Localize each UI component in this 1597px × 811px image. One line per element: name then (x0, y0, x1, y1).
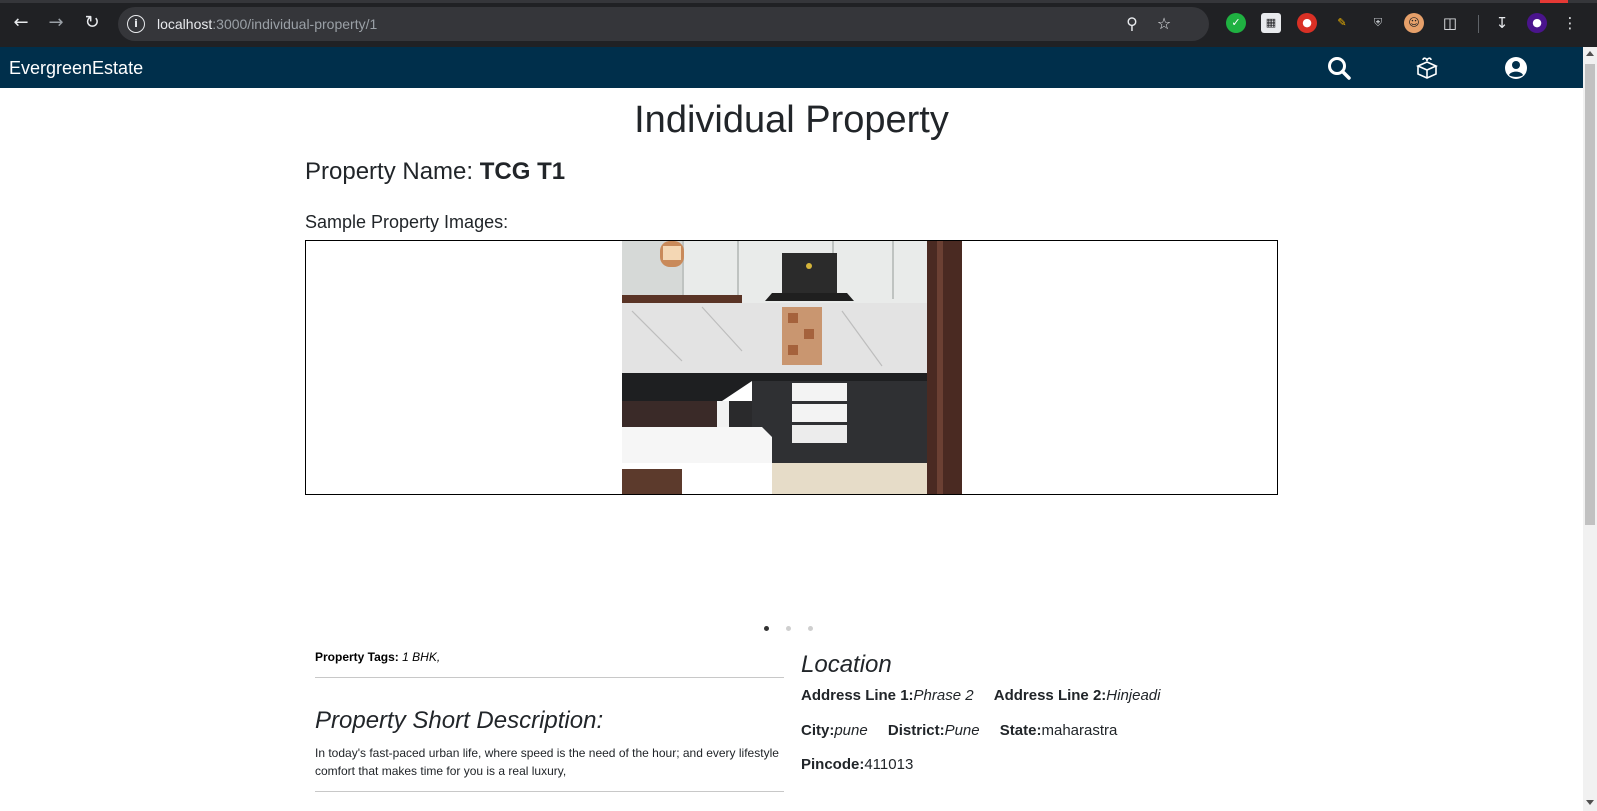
extension-check-icon[interactable]: ✓ (1226, 13, 1246, 33)
search-icon[interactable] (1326, 55, 1352, 81)
property-name-label: Property Name: (305, 158, 474, 185)
page-title: Individual Property (634, 99, 949, 141)
state-value: maharastra (1041, 722, 1118, 739)
district-label: District: (887, 722, 945, 739)
browser-chrome: ← → ↻ i localhost:3000/individual-proper… (0, 0, 1597, 47)
address-line-1-label: Address Line 1: (801, 687, 914, 704)
url-text[interactable]: localhost:3000/individual-property/1 (157, 16, 377, 32)
user-account-icon[interactable] (1503, 55, 1529, 81)
property-tags-value: 1 BHK, (402, 650, 441, 664)
city-value: pune (834, 722, 868, 739)
extensions-puzzle-icon[interactable]: ◫ (1440, 13, 1460, 33)
short-description-title: Property Short Description: (315, 707, 604, 734)
property-name-value: TCG T1 (479, 158, 566, 185)
url-path: :3000/individual-property/1 (212, 16, 378, 32)
brand-logo-text[interactable]: EvergreenEstate (9, 58, 143, 79)
scrollbar-thumb[interactable] (1585, 64, 1595, 525)
sample-images-label: Sample Property Images: (305, 212, 509, 232)
pincode-label: Pincode: (801, 756, 865, 773)
location-title: Location (801, 651, 892, 678)
extension-pen-icon[interactable]: ✎ (1332, 13, 1352, 33)
district-value: Pune (944, 722, 980, 739)
divider (315, 791, 784, 792)
extension-shield-icon[interactable]: ⛨ (1368, 13, 1388, 33)
property-name: Property Name: TCG T1 (305, 158, 565, 186)
download-icon[interactable]: ↧ (1492, 13, 1512, 33)
scroll-up-arrow-icon[interactable] (1586, 51, 1594, 56)
carousel-dot-1[interactable] (764, 626, 769, 631)
carousel-dot-3[interactable] (808, 626, 813, 631)
carousel-dot-2[interactable] (786, 626, 791, 631)
property-tags-label: Property Tags: (315, 650, 399, 664)
address-line-2-label: Address Line 2: (993, 687, 1107, 704)
address-line-1-value: Phrase 2 (913, 687, 974, 704)
divider (315, 677, 784, 678)
tab-strip-edge (0, 0, 1597, 3)
address-bar[interactable]: i localhost:3000/individual-property/1 ⚲… (118, 7, 1209, 41)
menu-dots-icon[interactable]: ⋮ (1560, 13, 1580, 33)
kitchen-photo (622, 241, 962, 494)
url-host: localhost (157, 16, 213, 32)
extension-qr-icon[interactable]: ▦ (1261, 13, 1281, 33)
property-image-carousel[interactable] (305, 240, 1278, 495)
zoom-icon[interactable]: ⚲ (1122, 14, 1142, 34)
toolbar-separator (1478, 15, 1479, 33)
bookmark-star-icon[interactable]: ☆ (1154, 14, 1174, 34)
gift-box-icon[interactable] (1414, 55, 1440, 81)
short-description-text: In today's fast-paced urban life, where … (315, 746, 779, 778)
back-arrow-icon[interactable]: ← (10, 12, 32, 34)
city-district-state-row: City:pune District:Pune State:maharastra (801, 722, 1117, 739)
pincode-row: Pincode:411013 (801, 756, 913, 773)
city-label: City: (801, 722, 835, 739)
address-line-2-value: Hinjeadi (1106, 687, 1161, 704)
reload-icon[interactable]: ↻ (81, 12, 103, 34)
extension-lock-icon[interactable]: ● (1297, 13, 1317, 33)
address-row: Address Line 1:Phrase 2 Address Line 2:H… (801, 687, 1160, 704)
extension-face-icon[interactable]: ☺ (1404, 13, 1424, 33)
site-info-icon[interactable]: i (127, 15, 145, 33)
scroll-down-arrow-icon[interactable] (1586, 800, 1594, 805)
window-accent (1540, 0, 1568, 3)
forward-arrow-icon[interactable]: → (45, 12, 67, 34)
pincode-value: 411013 (864, 756, 914, 773)
state-label: State: (999, 722, 1042, 739)
property-tags: Property Tags: 1 BHK, (315, 650, 440, 664)
profile-avatar-icon[interactable]: ● (1527, 13, 1547, 33)
app-navbar: EvergreenEstate (0, 47, 1583, 88)
